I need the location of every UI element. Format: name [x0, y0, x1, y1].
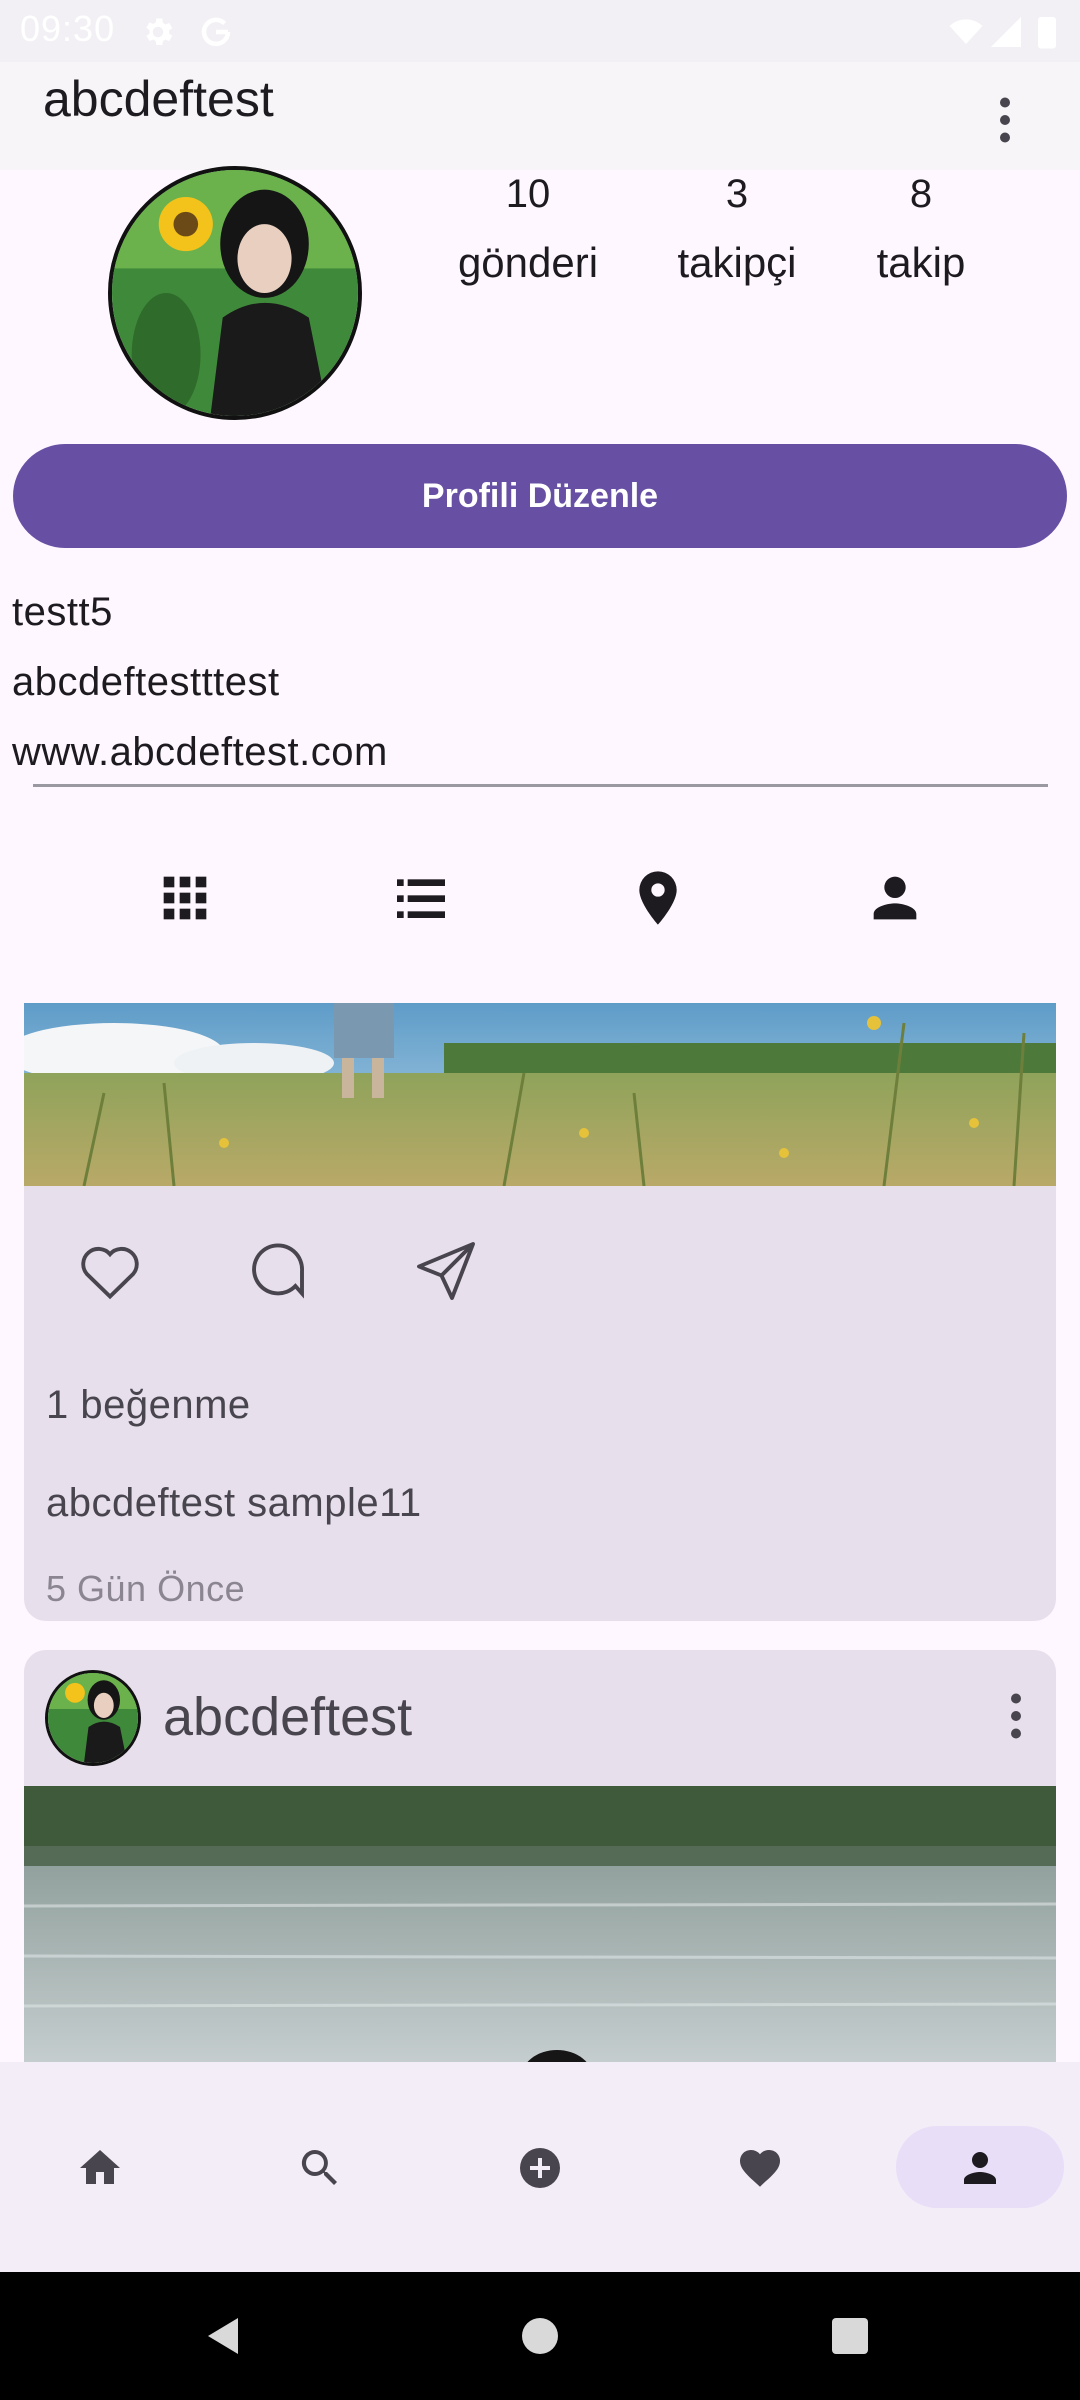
- system-navigation-bar: [0, 2272, 1080, 2400]
- post-author-avatar[interactable]: [45, 1670, 141, 1766]
- stat-following-count: 8: [909, 172, 933, 216]
- bio-description: abcdeftestttest: [12, 660, 280, 704]
- post-more-options-icon[interactable]: [986, 1686, 1046, 1746]
- post-timestamp: 5 Gün Önce: [46, 1568, 246, 1609]
- share-send-icon[interactable]: [410, 1235, 482, 1307]
- profile-icon[interactable]: [932, 2120, 1028, 2216]
- avatar-photo: [112, 170, 358, 416]
- stat-posts-count: 10: [505, 172, 551, 216]
- settings-icon: [146, 18, 173, 46]
- person-icon[interactable]: [863, 866, 927, 930]
- home-circle-icon[interactable]: [516, 2312, 564, 2360]
- list-icon[interactable]: [389, 866, 453, 930]
- edit-profile-button[interactable]: Profili Düzenle: [13, 444, 1067, 548]
- status-bar: 09:30: [0, 0, 1080, 62]
- like-heart-outline-icon[interactable]: [74, 1235, 146, 1307]
- heart-icon[interactable]: [712, 2120, 808, 2216]
- bottom-navigation: [0, 2062, 1080, 2272]
- google-icon: [201, 17, 231, 47]
- home-icon[interactable]: [52, 2120, 148, 2216]
- add-circle-icon[interactable]: [492, 2120, 588, 2216]
- bio-website-link[interactable]: www.abcdeftest.com: [12, 730, 388, 775]
- grid-icon[interactable]: [153, 866, 217, 930]
- wifi-icon: [949, 19, 983, 44]
- status-time: 09:30: [20, 8, 116, 49]
- profile-username-title: abcdeftest: [43, 71, 274, 127]
- post-author-username[interactable]: abcdeftest: [163, 1686, 412, 1748]
- search-icon[interactable]: [272, 2120, 368, 2216]
- comment-bubble-icon[interactable]: [242, 1235, 314, 1307]
- profile-avatar[interactable]: [108, 166, 362, 420]
- post-image[interactable]: [24, 1786, 1056, 2070]
- stat-posts-label: gönderi: [457, 239, 599, 286]
- signal-icon: [991, 17, 1021, 47]
- likes-count[interactable]: 1 beğenme: [46, 1383, 251, 1428]
- post-image[interactable]: [24, 1003, 1056, 1186]
- location-pin-icon[interactable]: [626, 866, 690, 930]
- recents-icon[interactable]: [826, 2312, 874, 2360]
- more-options-icon[interactable]: [975, 90, 1035, 150]
- avatar-photo: [48, 1673, 138, 1763]
- bio-name: testt5: [12, 590, 113, 634]
- battery-icon: [1038, 17, 1056, 49]
- top-app-bar: abcdeftest: [0, 62, 1080, 170]
- post-caption: abcdeftest sample11: [46, 1481, 422, 1525]
- stat-posts[interactable]: 10 gönderi: [418, 172, 638, 287]
- stat-following[interactable]: 8 takip: [811, 172, 1031, 287]
- back-icon[interactable]: [200, 2312, 248, 2360]
- stat-following-label: takip: [876, 239, 966, 286]
- bio-divider: [33, 784, 1048, 787]
- post-card: 1 beğenme abcdeftest sample11 5 Gün Önce: [24, 1003, 1056, 1621]
- post-card: abcdeftest: [24, 1650, 1056, 2070]
